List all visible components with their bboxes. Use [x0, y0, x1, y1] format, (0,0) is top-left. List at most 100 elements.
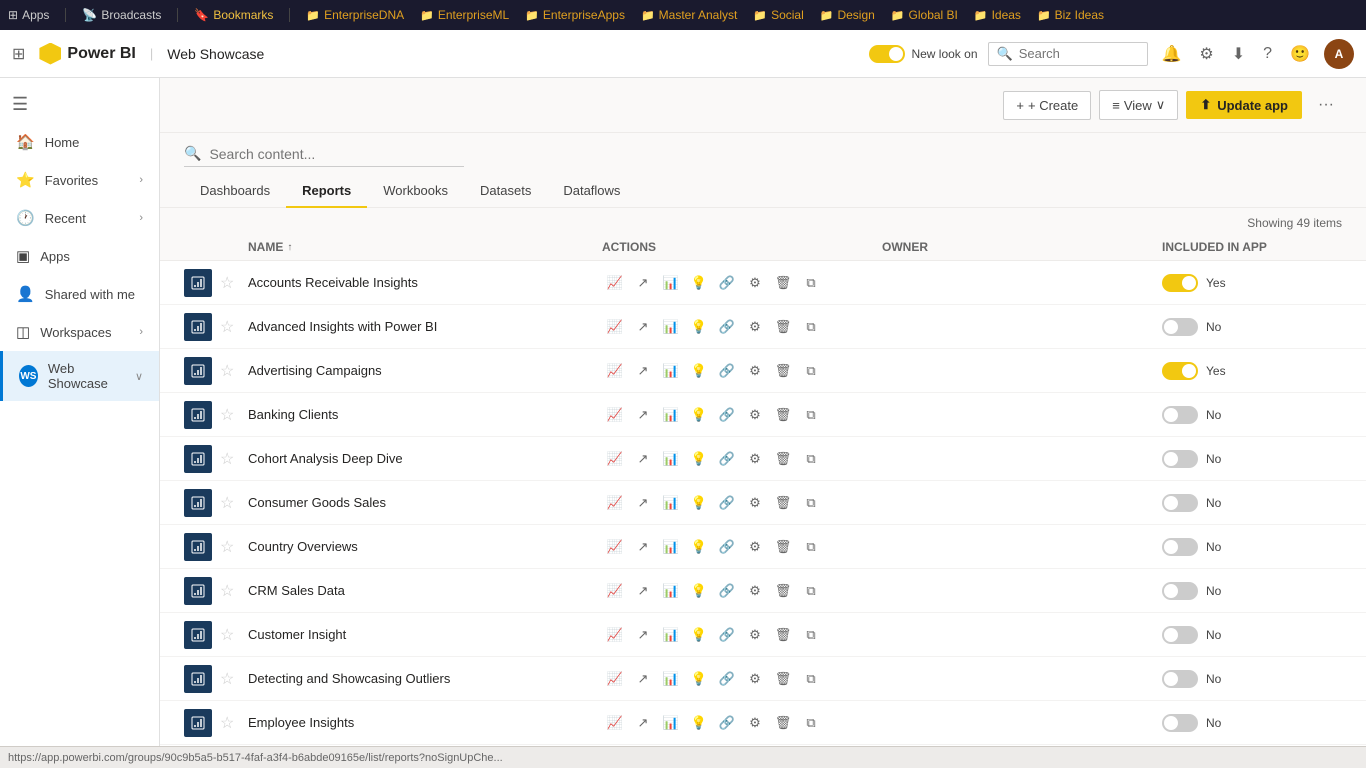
app-logo[interactable]: Power BI	[39, 43, 135, 65]
help-icon[interactable]: ?	[1259, 41, 1276, 67]
delete-icon[interactable]: 🗑	[770, 402, 796, 428]
connect-icon[interactable]: 🔗	[714, 534, 740, 560]
lightbulb-icon[interactable]: 💡	[686, 534, 712, 560]
sidebar-item-favorites[interactable]: ⭐ Favorites ›	[0, 161, 159, 199]
analyze-icon[interactable]: 📊	[658, 270, 684, 296]
lightbulb-icon[interactable]: 💡	[686, 666, 712, 692]
favorite-star[interactable]: ☆	[220, 273, 248, 293]
analyze-icon[interactable]: 📊	[658, 402, 684, 428]
copy-icon[interactable]: ⧉	[798, 534, 824, 560]
emoji-icon[interactable]: 🙂	[1286, 40, 1314, 68]
settings-icon[interactable]: ⚙	[742, 402, 768, 428]
sidebar-item-home[interactable]: 🏠 Home	[0, 123, 159, 161]
report-name[interactable]: Customer Insight	[248, 627, 602, 642]
share-icon[interactable]: ↗	[630, 666, 656, 692]
include-toggle[interactable]	[1162, 582, 1198, 600]
delete-icon[interactable]: 🗑	[770, 446, 796, 472]
include-toggle[interactable]	[1162, 714, 1198, 732]
connect-icon[interactable]: 🔗	[714, 358, 740, 384]
connect-icon[interactable]: 🔗	[714, 622, 740, 648]
chart-icon[interactable]: 📈	[602, 578, 628, 604]
search-content-input[interactable]	[209, 146, 464, 162]
analyze-icon[interactable]: 📊	[658, 666, 684, 692]
topbar-enterpriseml[interactable]: 📁 EnterpriseML	[420, 8, 509, 22]
connect-icon[interactable]: 🔗	[714, 490, 740, 516]
tab-workbooks[interactable]: Workbooks	[367, 175, 464, 208]
settings-icon[interactable]: ⚙	[742, 534, 768, 560]
favorite-star[interactable]: ☆	[220, 713, 248, 733]
include-toggle[interactable]	[1162, 318, 1198, 336]
report-name[interactable]: Advanced Insights with Power BI	[248, 319, 602, 334]
delete-icon[interactable]: 🗑	[770, 534, 796, 560]
report-name[interactable]: Advertising Campaigns	[248, 363, 602, 378]
favorite-star[interactable]: ☆	[220, 449, 248, 469]
chart-icon[interactable]: 📈	[602, 666, 628, 692]
connect-icon[interactable]: 🔗	[714, 666, 740, 692]
report-name[interactable]: Consumer Goods Sales	[248, 495, 602, 510]
share-icon[interactable]: ↗	[630, 270, 656, 296]
share-icon[interactable]: ↗	[630, 710, 656, 736]
tab-datasets[interactable]: Datasets	[464, 175, 547, 208]
favorite-star[interactable]: ☆	[220, 537, 248, 557]
create-button[interactable]: + + Create	[1003, 91, 1091, 120]
share-icon[interactable]: ↗	[630, 402, 656, 428]
copy-icon[interactable]: ⧉	[798, 314, 824, 340]
sidebar-item-shared[interactable]: 👤 Shared with me	[0, 275, 159, 313]
settings-icon[interactable]: ⚙	[742, 578, 768, 604]
chart-icon[interactable]: 📈	[602, 314, 628, 340]
topbar-broadcasts[interactable]: 📡 Broadcasts	[82, 8, 161, 22]
chart-icon[interactable]: 📈	[602, 490, 628, 516]
settings-icon[interactable]: ⚙	[742, 270, 768, 296]
settings-icon[interactable]: ⚙	[742, 622, 768, 648]
settings-icon[interactable]: ⚙	[742, 490, 768, 516]
settings-icon[interactable]: ⚙	[742, 446, 768, 472]
chart-icon[interactable]: 📈	[602, 534, 628, 560]
favorite-star[interactable]: ☆	[220, 669, 248, 689]
topbar-ideas[interactable]: 📁 Ideas	[974, 8, 1021, 22]
sidebar-toggle[interactable]: ☰	[0, 86, 159, 123]
lightbulb-icon[interactable]: 💡	[686, 402, 712, 428]
chart-icon[interactable]: 📈	[602, 710, 628, 736]
notifications-icon[interactable]: 🔔	[1158, 40, 1186, 68]
lightbulb-icon[interactable]: 💡	[686, 270, 712, 296]
delete-icon[interactable]: 🗑	[770, 622, 796, 648]
search-wrap[interactable]: 🔍	[184, 145, 464, 167]
copy-icon[interactable]: ⧉	[798, 446, 824, 472]
analyze-icon[interactable]: 📊	[658, 446, 684, 472]
sidebar-item-workspaces[interactable]: ◫ Workspaces ›	[0, 313, 159, 351]
include-toggle[interactable]	[1162, 494, 1198, 512]
delete-icon[interactable]: 🗑	[770, 358, 796, 384]
favorite-star[interactable]: ☆	[220, 581, 248, 601]
favorite-star[interactable]: ☆	[220, 625, 248, 645]
chart-icon[interactable]: 📈	[602, 622, 628, 648]
report-name[interactable]: CRM Sales Data	[248, 583, 602, 598]
analyze-icon[interactable]: 📊	[658, 490, 684, 516]
lightbulb-icon[interactable]: 💡	[686, 490, 712, 516]
analyze-icon[interactable]: 📊	[658, 622, 684, 648]
copy-icon[interactable]: ⧉	[798, 710, 824, 736]
tab-reports[interactable]: Reports	[286, 175, 367, 208]
analyze-icon[interactable]: 📊	[658, 578, 684, 604]
copy-icon[interactable]: ⧉	[798, 578, 824, 604]
include-toggle[interactable]	[1162, 362, 1198, 380]
connect-icon[interactable]: 🔗	[714, 446, 740, 472]
chart-icon[interactable]: 📈	[602, 270, 628, 296]
copy-icon[interactable]: ⧉	[798, 270, 824, 296]
delete-icon[interactable]: 🗑	[770, 578, 796, 604]
chart-icon[interactable]: 📈	[602, 446, 628, 472]
update-app-button[interactable]: ⬆ Update app	[1186, 91, 1302, 119]
include-toggle[interactable]	[1162, 670, 1198, 688]
favorite-star[interactable]: ☆	[220, 405, 248, 425]
settings-icon[interactable]: ⚙	[742, 666, 768, 692]
avatar[interactable]: A	[1324, 39, 1354, 69]
favorite-star[interactable]: ☆	[220, 493, 248, 513]
lightbulb-icon[interactable]: 💡	[686, 710, 712, 736]
share-icon[interactable]: ↗	[630, 314, 656, 340]
chart-icon[interactable]: 📈	[602, 402, 628, 428]
chart-icon[interactable]: 📈	[602, 358, 628, 384]
delete-icon[interactable]: 🗑	[770, 710, 796, 736]
more-options-button[interactable]: ···	[1310, 90, 1342, 120]
settings-icon[interactable]: ⚙	[1195, 40, 1217, 68]
include-toggle[interactable]	[1162, 538, 1198, 556]
share-icon[interactable]: ↗	[630, 622, 656, 648]
